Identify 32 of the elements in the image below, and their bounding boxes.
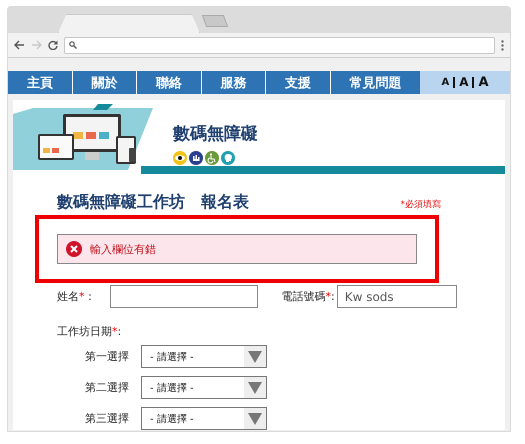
- choice-label: 第三選擇: [85, 411, 129, 426]
- wheelchair-icon: [205, 151, 219, 165]
- menu-icon[interactable]: [501, 40, 504, 50]
- eye-icon: [173, 151, 187, 165]
- choice-label: 第一選擇: [85, 349, 129, 364]
- phone-field[interactable]: Kw sods: [336, 285, 457, 308]
- select-field[interactable]: - 請選擇 -: [141, 345, 267, 368]
- form-title: 數碼無障礙工作坊 報名表: [57, 192, 249, 213]
- nav-link[interactable]: 常見問題: [330, 71, 420, 94]
- head-icon: [221, 151, 235, 165]
- select-field[interactable]: - 請選擇 -: [141, 407, 267, 430]
- field-label: 工作坊日期*:: [57, 324, 122, 339]
- choice-label: 第二選擇: [85, 380, 129, 395]
- font-size-button[interactable]: A: [437, 77, 454, 88]
- required-note: *必須填寫: [400, 198, 441, 211]
- error-text: 輸入欄位有錯: [90, 242, 156, 256]
- select-field[interactable]: - 請選擇 -: [141, 376, 267, 399]
- name-field[interactable]: [110, 285, 258, 308]
- search-icon: [69, 41, 77, 49]
- font-size-button[interactable]: A: [472, 77, 493, 88]
- site-title: 數碼無障礙: [173, 123, 258, 145]
- nav-link[interactable]: 服務: [200, 71, 266, 94]
- field-label: 姓名*：: [57, 289, 96, 304]
- nav-link[interactable]: 關於: [72, 71, 136, 94]
- nav-link[interactable]: 支援: [265, 71, 330, 94]
- nav-link[interactable]: 主頁: [8, 71, 72, 94]
- reload-icon[interactable]: [48, 40, 58, 50]
- nav-link[interactable]: 聯絡: [136, 71, 201, 94]
- back-icon[interactable]: [14, 40, 25, 50]
- field-label: 電話號碼*:: [282, 289, 335, 304]
- error-icon: [66, 241, 82, 257]
- font-size-button[interactable]: A: [453, 77, 472, 88]
